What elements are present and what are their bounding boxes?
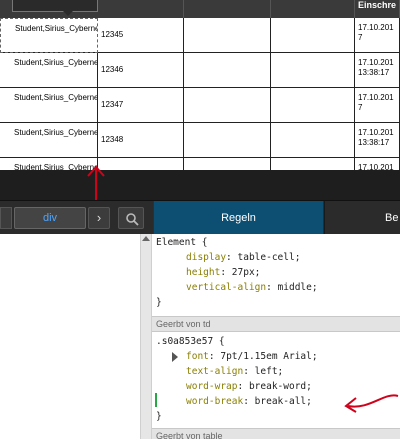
date-cell[interactable]: 17.10.201 7 [355, 88, 400, 123]
date-cell[interactable]: 17.10.201 7 [355, 18, 400, 53]
empty-cell [184, 53, 271, 88]
date-cell[interactable]: 17.10.201 13:38:17 [355, 123, 400, 158]
header-cell-selected[interactable] [12, 0, 98, 16]
empty-cell [184, 158, 271, 170]
date-cell[interactable]: 17.10.201 13:38:17 [355, 53, 400, 88]
property-value: 7pt/1.15em Arial; [220, 351, 318, 362]
header-selection-notch [61, 9, 75, 16]
dom-tree-pane[interactable] [0, 234, 140, 439]
declaration-height[interactable]: height: 27px; [186, 265, 260, 280]
report-table: Einschre Student,Sirius_Cybernetics 1234… [0, 0, 400, 170]
name-cell[interactable]: Student,Sirius_Cybernetics [0, 53, 98, 88]
property-name: font [186, 351, 209, 362]
breadcrumb-previous[interactable] [0, 207, 12, 229]
empty-cell [271, 18, 355, 53]
changed-declaration-marker [155, 393, 157, 407]
magnifier-icon[interactable] [118, 207, 144, 229]
empty-cell [271, 88, 355, 123]
property-value: break-word; [248, 381, 312, 392]
header-cell-einschreibung[interactable]: Einschre [355, 0, 400, 18]
id-cell[interactable]: 12345 [98, 18, 184, 53]
chevron-right-icon[interactable]: › [88, 207, 110, 229]
table-row[interactable]: Student,Sirius_Cybernetics 12348 17.10.2… [0, 123, 400, 158]
pane-scrollbar[interactable] [140, 234, 152, 439]
declaration-vertical-align[interactable]: vertical-align: middle; [186, 280, 318, 295]
property-name: height [186, 267, 221, 278]
annotation-arrow-up-icon [87, 165, 105, 200]
property-value: middle; [277, 282, 318, 293]
id-cell[interactable]: 12347 [98, 88, 184, 123]
property-value: 27px; [231, 267, 261, 278]
expand-triangle-icon[interactable] [172, 352, 178, 362]
header-cell-4[interactable] [271, 0, 355, 18]
scroll-up-icon[interactable] [142, 236, 150, 241]
header-cell-3[interactable] [184, 0, 271, 18]
property-name: vertical-align [186, 282, 267, 293]
property-value: break-all; [254, 396, 312, 407]
table-row[interactable]: Student,Sirius_Cybernetics 12346 17.10.2… [0, 53, 400, 88]
rule-selector-element: Element { [156, 237, 208, 248]
tab-regeln[interactable]: Regeln [153, 201, 323, 235]
property-name: word-break [186, 396, 244, 407]
name-cell[interactable]: Student,Sirius_Cybernetics [0, 123, 98, 158]
table-row[interactable]: Student,Sirius_Cybernetics 12349 17.10.2… [0, 158, 400, 170]
inherited-from-td: Geerbt von td [152, 316, 400, 332]
declaration-text-align[interactable]: text-align: left; [186, 364, 283, 379]
property-value: left; [254, 366, 284, 377]
rule-close-brace: } [156, 297, 162, 308]
devtools-toolbar: div › Regeln Be [0, 200, 400, 235]
annotation-arrow-left-icon [344, 394, 399, 413]
empty-cell [184, 18, 271, 53]
declaration-word-wrap[interactable]: word-wrap: break-word; [186, 379, 312, 394]
property-name: display [186, 252, 227, 263]
table-row[interactable]: Student,Sirius_Cybernetics 12345 17.10.2… [0, 18, 400, 53]
rule-close-brace: } [156, 411, 162, 422]
property-name: word-wrap [186, 381, 238, 392]
name-cell[interactable]: Student,Sirius_Cybernetics [0, 88, 98, 123]
inherited-from-table: Geerbt von table [152, 428, 400, 439]
declaration-display[interactable]: display: table-cell; [186, 250, 300, 265]
property-name: text-align [186, 366, 244, 377]
declaration-word-break[interactable]: word-break: break-all; [186, 394, 312, 409]
property-value: table-cell; [237, 252, 301, 263]
empty-cell [271, 158, 355, 170]
date-cell[interactable]: 17.10.201 7 [355, 158, 400, 170]
empty-cell [184, 123, 271, 158]
table-header: Einschre [0, 0, 400, 18]
name-cell[interactable]: Student,Sirius_Cybernetics [0, 18, 98, 53]
empty-cell [271, 123, 355, 158]
header-cell-2[interactable] [98, 0, 184, 18]
empty-cell [271, 53, 355, 88]
id-cell[interactable]: 12346 [98, 53, 184, 88]
rule-selector-class[interactable]: .s0a853e57 { [156, 334, 225, 349]
id-cell[interactable]: 12348 [98, 123, 184, 158]
declaration-font[interactable]: font: 7pt/1.15em Arial; [172, 349, 318, 364]
tab-berechnet[interactable]: Be [324, 201, 400, 235]
empty-cell [184, 88, 271, 123]
breadcrumb-div[interactable]: div [14, 207, 86, 229]
viewport-divider [0, 170, 400, 200]
table-row[interactable]: Student,Sirius_Cybernetics 12347 17.10.2… [0, 88, 400, 123]
